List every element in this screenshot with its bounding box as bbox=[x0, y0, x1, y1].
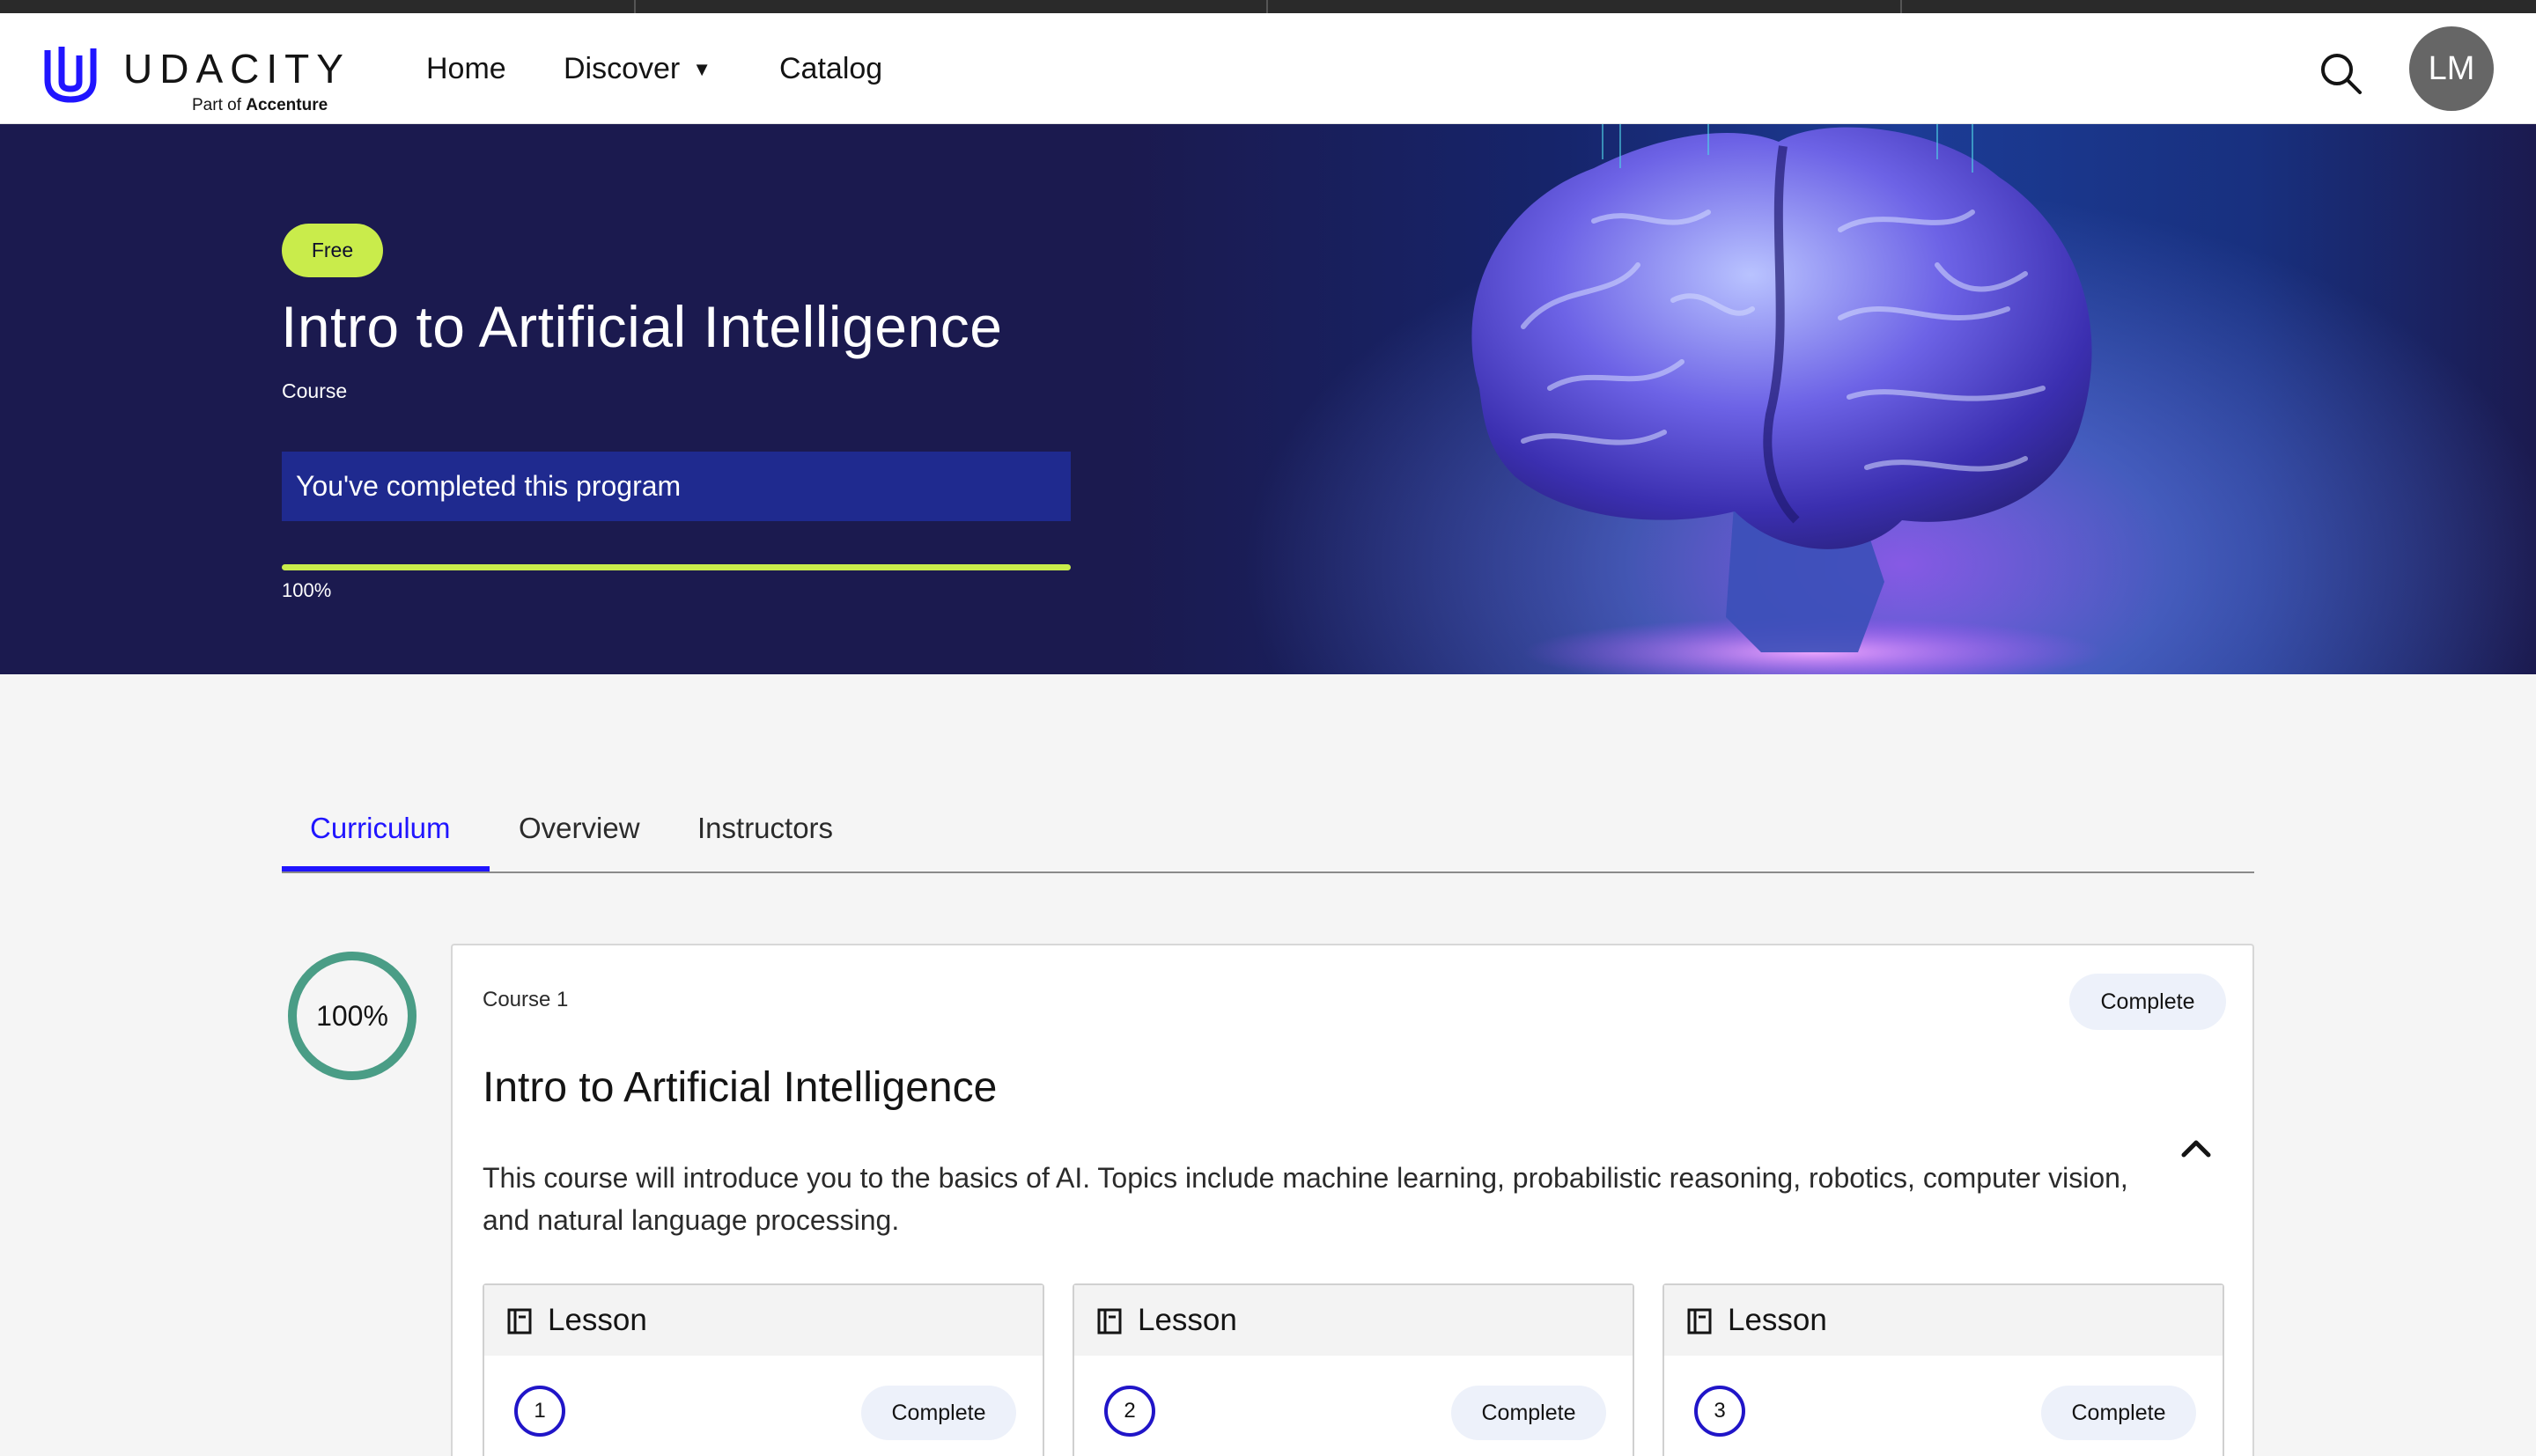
lesson-card[interactable]: Lesson 3 Complete bbox=[1662, 1283, 2224, 1456]
avatar-initials: LM bbox=[2428, 49, 2475, 87]
strip-divider bbox=[1266, 0, 1268, 13]
course-type: Course bbox=[282, 379, 348, 402]
search-icon[interactable] bbox=[2316, 48, 2365, 98]
course-card: Course 1 Complete Intro to Artificial In… bbox=[451, 944, 2254, 1456]
nav-discover[interactable]: Discover ▼ bbox=[564, 52, 711, 86]
udacity-logo[interactable]: UDACITY Part of Accenture bbox=[41, 27, 349, 115]
free-badge: Free bbox=[282, 224, 383, 277]
completion-message: You've completed this program bbox=[296, 470, 682, 502]
lesson-card[interactable]: Lesson 2 Complete bbox=[1073, 1283, 1634, 1456]
course-card-title: Intro to Artificial Intelligence bbox=[483, 1064, 998, 1111]
course-tabs: Curriculum Overview Instructors bbox=[282, 796, 2254, 873]
strip-divider bbox=[634, 0, 636, 13]
tab-instructors[interactable]: Instructors bbox=[697, 812, 833, 845]
logo-tagline: Part of Accenture bbox=[192, 96, 328, 115]
course-description: This course will introduce you to the ba… bbox=[483, 1162, 2128, 1236]
course-title: Intro to Artificial Intelligence bbox=[281, 294, 1003, 359]
progress-percent: 100% bbox=[282, 579, 332, 601]
lesson-label: Lesson bbox=[1138, 1303, 1237, 1337]
completion-banner: You've completed this program bbox=[282, 452, 1071, 521]
lesson-number: 1 bbox=[514, 1386, 565, 1437]
active-tab-indicator bbox=[282, 866, 490, 871]
course-kicker: Course 1 bbox=[483, 988, 569, 1011]
lesson-header: Lesson bbox=[1664, 1285, 2223, 1356]
lesson-number: 3 bbox=[1694, 1386, 1745, 1437]
progress-bar bbox=[282, 564, 1071, 570]
lesson-book-icon bbox=[1097, 1308, 1122, 1335]
course-hero: Free Intro to Artificial Intelligence Co… bbox=[0, 124, 2536, 674]
tab-overview[interactable]: Overview bbox=[519, 812, 640, 845]
lesson-label: Lesson bbox=[1728, 1303, 1827, 1337]
lesson-status-badge: Complete bbox=[1451, 1386, 1606, 1440]
udacity-logo-icon bbox=[44, 47, 97, 103]
lesson-status-badge: Complete bbox=[861, 1386, 1016, 1440]
brain-illustration bbox=[1471, 124, 2105, 674]
strip-divider bbox=[1900, 0, 1902, 13]
logo-tagline-prefix: Part of bbox=[192, 96, 247, 114]
lesson-book-icon bbox=[507, 1308, 532, 1335]
nav-home[interactable]: Home bbox=[426, 52, 506, 86]
nav-discover-label: Discover bbox=[564, 52, 681, 85]
logo-tagline-brand: Accenture bbox=[246, 96, 328, 114]
logo-wordmark: UDACITY bbox=[123, 46, 350, 92]
lesson-header: Lesson bbox=[1074, 1285, 1633, 1356]
lesson-book-icon bbox=[1687, 1308, 1712, 1335]
course-progress-label: 100% bbox=[316, 999, 388, 1032]
user-avatar[interactable]: LM bbox=[2409, 26, 2494, 111]
course-status-badge: Complete bbox=[2069, 974, 2226, 1030]
chevron-up-icon[interactable] bbox=[2178, 1134, 2214, 1160]
lesson-card[interactable]: Lesson 1 Complete bbox=[483, 1283, 1044, 1456]
site-header: UDACITY Part of Accenture Home Discover ▼… bbox=[0, 13, 2536, 124]
lesson-header: Lesson bbox=[484, 1285, 1043, 1356]
tab-curriculum[interactable]: Curriculum bbox=[310, 812, 451, 845]
lesson-status-badge: Complete bbox=[2041, 1386, 2196, 1440]
browser-top-strip bbox=[0, 0, 2536, 13]
progress-bar-fill bbox=[282, 564, 1071, 570]
chevron-down-icon: ▼ bbox=[692, 58, 712, 80]
lesson-number: 2 bbox=[1104, 1386, 1155, 1437]
lesson-label: Lesson bbox=[548, 1303, 647, 1337]
nav-catalog[interactable]: Catalog bbox=[779, 52, 882, 86]
